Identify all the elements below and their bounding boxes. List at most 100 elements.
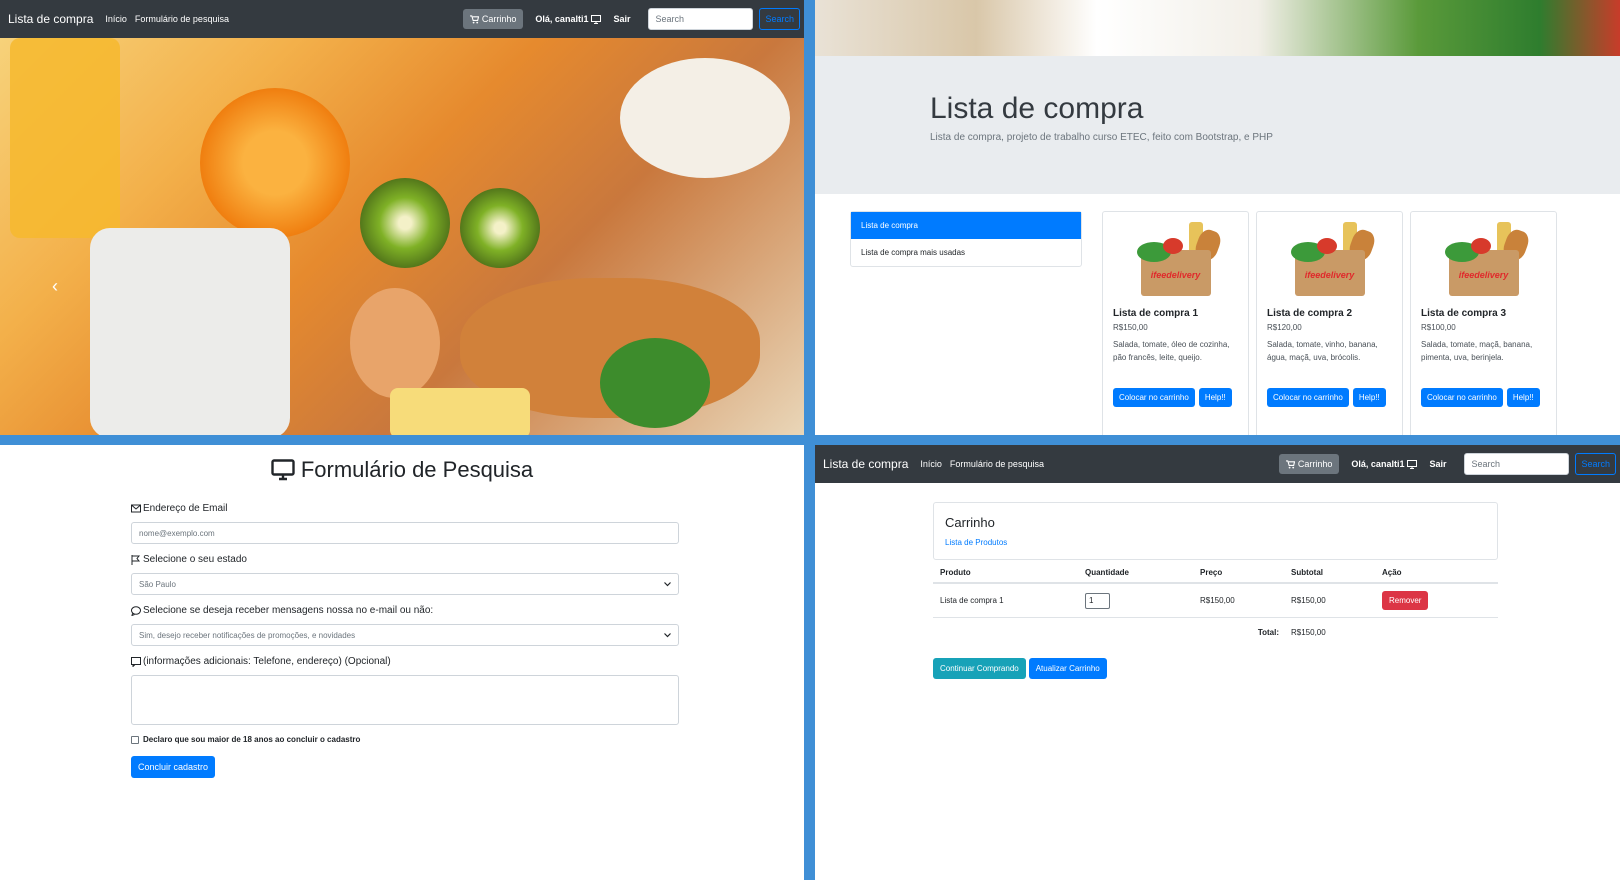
messages-label-text: Selecione se deseja receber mensagens no… bbox=[143, 605, 434, 616]
grocery-bag-image: ifeedelivery bbox=[1287, 220, 1377, 300]
flag-icon bbox=[131, 554, 141, 565]
card-price: R$100,00 bbox=[1421, 323, 1456, 332]
orange-image bbox=[200, 88, 350, 238]
submit-button[interactable]: Concluir cadastro bbox=[131, 756, 216, 778]
header-acao: Ação bbox=[1382, 567, 1402, 577]
info-textarea[interactable] bbox=[131, 675, 679, 725]
row-price: R$150,00 bbox=[1200, 596, 1235, 605]
bag-logo: ifeedelivery bbox=[1150, 270, 1201, 280]
nav-link-inicio[interactable]: Início bbox=[105, 14, 127, 24]
cart-pane: Lista de compra Início Formulário de pes… bbox=[815, 445, 1620, 880]
kiwi-image bbox=[360, 178, 450, 268]
card-price: R$150,00 bbox=[1113, 323, 1148, 332]
bag-logo: ifeedelivery bbox=[1458, 270, 1509, 280]
carousel-prev-button[interactable]: ‹ bbox=[52, 276, 58, 297]
cart-icon bbox=[1285, 459, 1295, 469]
update-cart-button[interactable]: Atualizar Carrinho bbox=[1028, 658, 1107, 679]
nav-link-formulario[interactable]: Formulário de pesquisa bbox=[950, 459, 1044, 469]
grocery-bag-image: ifeedelivery bbox=[1441, 220, 1531, 300]
add-to-cart-button[interactable]: Colocar no carrinho bbox=[1113, 388, 1195, 407]
navbar: Lista de compra Início Formulário de pes… bbox=[815, 445, 1620, 483]
jumbotron-title: Lista de compra bbox=[930, 92, 1144, 125]
survey-form: Endereço de Email nome@exemplo.com Selec… bbox=[131, 503, 679, 778]
state-select[interactable]: São Paulo bbox=[131, 573, 679, 595]
cart-title: Carrinho bbox=[945, 515, 995, 530]
help-button[interactable]: Help!! bbox=[1352, 388, 1386, 407]
nav-link-inicio[interactable]: Início bbox=[920, 459, 942, 469]
monitor-icon bbox=[591, 14, 602, 24]
help-button[interactable]: Help!! bbox=[1506, 388, 1540, 407]
remove-button[interactable]: Remover bbox=[1382, 591, 1429, 610]
speech-bubble-icon bbox=[131, 605, 141, 616]
tomato-shape bbox=[1470, 238, 1491, 254]
card-title: Lista de compra 1 bbox=[1113, 308, 1199, 319]
navbar-right: Carrinho Olá, canalti1 Sair Search Searc… bbox=[1278, 445, 1616, 483]
info-label-text: (informações adicionais: Telefone, ender… bbox=[143, 656, 391, 667]
help-button[interactable]: Help!! bbox=[1198, 388, 1232, 407]
bag-logo: ifeedelivery bbox=[1304, 270, 1355, 280]
tomato-shape bbox=[1162, 238, 1183, 254]
card-buttons: Colocar no carrinho Help!! bbox=[1113, 388, 1238, 407]
add-to-cart-button[interactable]: Colocar no carrinho bbox=[1267, 388, 1349, 407]
continue-shopping-button[interactable]: Continuar Comprando bbox=[933, 658, 1026, 679]
cart-header-card: Carrinho Lista de Produtos bbox=[933, 502, 1498, 560]
form-title-text: Formulário de Pesquisa bbox=[300, 457, 534, 482]
cart-button-label: Carrinho bbox=[1297, 459, 1333, 469]
state-label: Selecione o seu estado bbox=[131, 554, 679, 565]
header-produto: Produto bbox=[940, 567, 971, 577]
user-greeting[interactable]: Olá, canalti1 bbox=[1351, 459, 1418, 469]
carousel-image: ‹ bbox=[0, 38, 804, 435]
cart-actions: Continuar Comprando Atualizar Carrinho bbox=[933, 658, 1107, 679]
logout-link[interactable]: Sair bbox=[613, 14, 630, 24]
tomato-shape bbox=[1316, 238, 1337, 254]
egg-image bbox=[350, 288, 440, 398]
quantity-cell: 1 bbox=[1085, 592, 1200, 609]
navbar-brand[interactable]: Lista de compra bbox=[823, 457, 908, 471]
messages-select[interactable]: Sim, desejo receber notificações de prom… bbox=[131, 624, 679, 646]
cart-button[interactable]: Carrinho bbox=[1278, 454, 1340, 474]
navbar: Lista de compra Início Formulário de pes… bbox=[0, 0, 804, 38]
state-select-value: São Paulo bbox=[139, 579, 176, 589]
form-title: Formulário de Pesquisa bbox=[0, 457, 804, 483]
card-buttons: Colocar no carrinho Help!! bbox=[1267, 388, 1392, 407]
logout-link[interactable]: Sair bbox=[1429, 459, 1446, 469]
jumbotron-subtitle: Lista de compra, projeto de trabalho cur… bbox=[930, 132, 1273, 143]
messages-select-value: Sim, desejo receber notificações de prom… bbox=[139, 630, 356, 640]
kiwi-image-2 bbox=[460, 188, 540, 268]
row-product: Lista de compra 1 bbox=[940, 596, 1004, 605]
monitor-icon bbox=[271, 459, 295, 481]
comment-icon bbox=[131, 656, 141, 667]
card-price: R$120,00 bbox=[1267, 323, 1302, 332]
cart-icon bbox=[469, 14, 479, 24]
quantity-input[interactable]: 1 bbox=[1085, 592, 1110, 609]
info-label: (informações adicionais: Telefone, ender… bbox=[131, 656, 679, 667]
card-title: Lista de compra 3 bbox=[1421, 308, 1507, 319]
monitor-icon bbox=[1407, 459, 1418, 469]
age-checkbox[interactable] bbox=[131, 735, 139, 744]
user-greeting[interactable]: Olá, canalti1 bbox=[535, 14, 602, 24]
header-subtotal: Subtotal bbox=[1291, 567, 1323, 577]
add-to-cart-button[interactable]: Colocar no carrinho bbox=[1421, 388, 1503, 407]
product-list-link[interactable]: Lista de Produtos bbox=[945, 538, 1486, 547]
age-checkbox-row[interactable]: Declaro que sou maior de 18 anos ao conc… bbox=[131, 735, 679, 744]
email-label: Endereço de Email bbox=[131, 503, 679, 514]
state-label-text: Selecione o seu estado bbox=[143, 554, 247, 565]
cart-button[interactable]: Carrinho bbox=[462, 9, 524, 29]
email-field[interactable]: nome@exemplo.com bbox=[131, 522, 679, 544]
total-label: Total: bbox=[1257, 627, 1279, 637]
navbar-brand[interactable]: Lista de compra bbox=[8, 12, 93, 26]
search-input[interactable]: Search bbox=[648, 8, 754, 30]
sidebar-item-mais-usadas[interactable]: Lista de compra mais usadas bbox=[851, 239, 1081, 266]
search-button[interactable]: Search bbox=[1575, 453, 1616, 475]
nav-link-formulario[interactable]: Formulário de pesquisa bbox=[135, 14, 229, 24]
table-header: Produto Quantidade Preço Subtotal Ação bbox=[933, 562, 1498, 584]
card-title: Lista de compra 2 bbox=[1267, 308, 1353, 319]
sidebar-item-lista-de-compra[interactable]: Lista de compra bbox=[851, 212, 1081, 239]
messages-label: Selecione se deseja receber mensagens no… bbox=[131, 605, 679, 616]
chevron-down-icon bbox=[664, 581, 671, 586]
total-value: R$150,00 bbox=[1291, 627, 1326, 637]
search-input[interactable]: Search bbox=[1464, 453, 1570, 475]
search-button[interactable]: Search bbox=[759, 8, 800, 30]
action-cell: Remover bbox=[1382, 591, 1498, 610]
home-pane: Lista de compra Início Formulário de pes… bbox=[0, 0, 804, 435]
